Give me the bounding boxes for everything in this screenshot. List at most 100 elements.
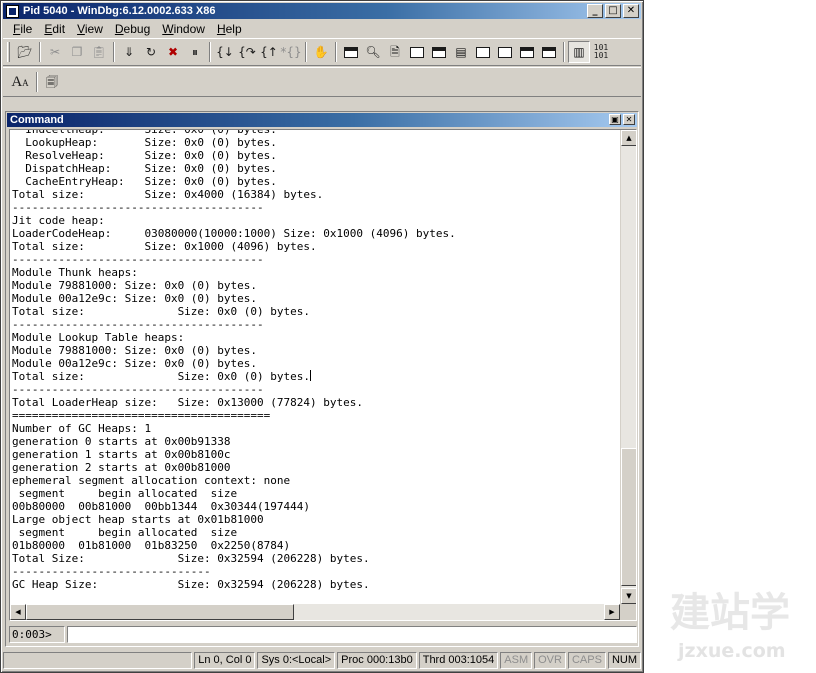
run-to-cursor-button[interactable]: *{} — [280, 41, 302, 63]
menu-file-label: ile — [20, 22, 33, 36]
scroll-up-button[interactable]: ▲ — [621, 130, 636, 146]
minimize-icon: _ — [592, 5, 598, 16]
registers-window-icon — [410, 46, 424, 58]
menu-help[interactable]: Help — [211, 22, 248, 36]
horizontal-scrollbar[interactable]: ◀ ▶ — [10, 604, 620, 620]
font-glyph-small: A — [22, 77, 29, 88]
command-output-text: IndcellHeap: Size: 0x0 (0) bytes. Lookup… — [12, 130, 620, 591]
status-process: Proc 000:13b0 — [337, 652, 417, 669]
minimize-button[interactable]: _ — [587, 4, 603, 18]
close-button[interactable]: ✕ — [623, 4, 639, 18]
memory-window-button[interactable] — [428, 41, 450, 63]
stop-debugging-button[interactable]: ✖ — [162, 41, 184, 63]
horizontal-scroll-thumb[interactable] — [26, 604, 294, 620]
options-window-button[interactable] — [538, 41, 560, 63]
output-line: Total LoaderHeap size: Size: 0x13000 (77… — [12, 396, 363, 409]
output-line: Module 79881000: Size: 0x0 (0) bytes. — [12, 279, 258, 292]
close-icon: ✕ — [626, 5, 636, 16]
scratch-pad-button[interactable] — [494, 41, 516, 63]
stop-debugging-icon: ✖ — [167, 45, 179, 59]
hex-mode-button[interactable]: 101 101 — [590, 41, 612, 63]
watch-window-button[interactable]: 🔍︎ — [362, 41, 384, 63]
source-mode-icon: ▥ — [573, 45, 585, 59]
status-bar: Ln 0, Col 0 Sys 0:<Local> Proc 000:13b0 … — [3, 651, 641, 670]
step-into-button[interactable]: {↓ — [214, 41, 236, 63]
memory-window-icon — [432, 46, 446, 58]
output-line: ResolveHeap: Size: 0x0 (0) bytes. — [12, 149, 277, 162]
status-asm: ASM — [500, 652, 533, 669]
command-input[interactable] — [67, 625, 637, 643]
maximize-button[interactable]: □ — [605, 4, 621, 18]
command-window-dock-button[interactable]: ▣ — [609, 114, 621, 125]
cut-button[interactable]: ✂ — [44, 41, 66, 63]
options-button[interactable]: 🗐︎ — [41, 71, 63, 93]
registers-window-button[interactable] — [406, 41, 428, 63]
menu-view[interactable]: View — [71, 22, 109, 36]
output-line: Module 00a12e9c: Size: 0x0 (0) bytes. — [12, 357, 258, 370]
output-line: Total Size: Size: 0x32594 (206228) bytes… — [12, 552, 370, 565]
maximize-icon: □ — [608, 5, 618, 16]
command-prompt-row: 0:003> — [9, 625, 637, 643]
cut-icon: ✂ — [49, 45, 61, 59]
output-line: Module 00a12e9c: Size: 0x0 (0) bytes. — [12, 292, 258, 305]
locals-window-button[interactable]: 🗎︎ — [384, 41, 406, 63]
source-mode-button[interactable]: ▥ — [568, 41, 590, 63]
output-line: 00b80000 00b81000 00bb1344 0x30344(19744… — [12, 500, 311, 513]
processes-threads-button[interactable] — [516, 41, 538, 63]
output-line: LoaderCodeHeap: 03080000(10000:1000) Siz… — [12, 227, 456, 240]
font-icon: AA — [11, 74, 29, 90]
call-stack-window-button[interactable]: ▤ — [450, 41, 472, 63]
toolbar-separator — [113, 42, 115, 62]
menu-debug-accel: D — [114, 22, 124, 36]
restart-button[interactable]: ↻ — [140, 41, 162, 63]
go-icon: ⇓ — [123, 45, 135, 59]
scroll-right-button[interactable]: ▶ — [604, 604, 620, 620]
site-watermark: 建站学 jzxue.com — [668, 590, 808, 668]
menu-debug[interactable]: Debug — [109, 22, 156, 36]
break-button[interactable]: ⏸ — [184, 41, 206, 63]
paste-button[interactable]: 📋︎ — [88, 41, 110, 63]
vertical-scrollbar[interactable]: ▲ ▼ — [620, 130, 636, 604]
title-bar[interactable]: Pid 5040 - WinDbg:6.12.0002.633 X86 _ □ … — [3, 3, 641, 19]
break-icon: ⏸ — [191, 45, 198, 59]
output-line: ephemeral segment allocation context: no… — [12, 474, 291, 487]
watermark-logo-text: 建站学 — [670, 590, 790, 636]
menu-edit[interactable]: Edit — [38, 22, 71, 36]
status-message-area — [3, 652, 193, 669]
command-window-button[interactable] — [340, 41, 362, 63]
output-line: GC Heap Size: Size: 0x32594 (206228) byt… — [12, 578, 370, 591]
disassembly-window-button[interactable] — [472, 41, 494, 63]
command-window-titlebar[interactable]: Command ▣ ✕ — [7, 113, 637, 127]
options-icon: 🗐︎ — [46, 75, 58, 89]
menu-file[interactable]: File — [7, 22, 38, 36]
menu-bar: File Edit View Debug Window Help — [3, 20, 641, 38]
output-line: Number of GC Heaps: 1 — [12, 422, 152, 435]
paste-icon: 📋︎ — [91, 45, 107, 59]
caption-buttons: _ □ ✕ — [587, 4, 639, 18]
output-line: generation 1 starts at 0x00b8100c — [12, 448, 231, 461]
text-caret — [310, 370, 312, 381]
toolbar-grip[interactable] — [7, 42, 10, 62]
output-line: Total size: Size: 0x0 (0) bytes. — [12, 370, 312, 383]
disassembly-window-icon — [476, 46, 490, 58]
windbg-app-icon[interactable] — [6, 4, 19, 18]
command-output-pane[interactable]: IndcellHeap: Size: 0x0 (0) bytes. Lookup… — [9, 129, 637, 621]
vertical-scroll-thumb[interactable] — [621, 448, 636, 586]
copy-button[interactable]: ❐ — [66, 41, 88, 63]
step-out-button[interactable]: {↑ — [258, 41, 280, 63]
menu-window[interactable]: Window — [156, 22, 211, 36]
insert-breakpoint-button[interactable]: ✋ — [310, 41, 332, 63]
open-button[interactable]: 📂︎ — [14, 41, 36, 63]
command-window-close-button[interactable]: ✕ — [623, 114, 635, 125]
breakpoint-hand-icon: ✋ — [313, 45, 329, 59]
go-button[interactable]: ⇓ — [118, 41, 140, 63]
output-line: generation 2 starts at 0x00b81000 — [12, 461, 231, 474]
font-button[interactable]: AA — [7, 71, 33, 93]
scroll-down-button[interactable]: ▼ — [621, 588, 636, 604]
menu-view-label: iew — [84, 22, 103, 36]
toolbar-separator — [563, 42, 565, 62]
scroll-left-button[interactable]: ◀ — [10, 604, 26, 620]
command-window-icon — [344, 46, 358, 58]
step-over-button[interactable]: {↷ — [236, 41, 258, 63]
status-system: Sys 0:<Local> — [257, 652, 336, 669]
